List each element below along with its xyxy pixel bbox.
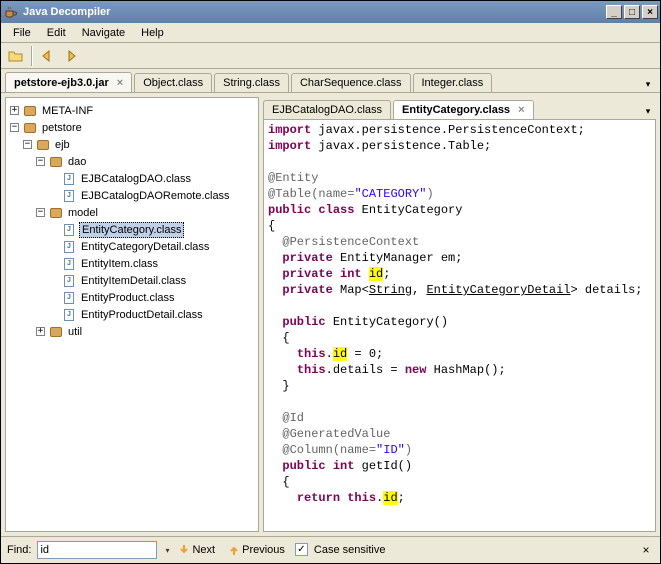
tree-class-node[interactable]: EntityCategoryDetail.class (10, 238, 254, 255)
tree-class-node[interactable]: EntityItemDetail.class (10, 272, 254, 289)
find-label: Find: (7, 544, 31, 556)
forward-button[interactable] (61, 45, 83, 67)
find-close-button[interactable]: × (638, 543, 654, 557)
class-file-icon (62, 224, 76, 236)
tree-class-node[interactable]: EntityProductDetail.class (10, 306, 254, 323)
tree-package-node[interactable]: + META-INF (10, 102, 254, 119)
tree-node-label: EntityProduct.class (79, 291, 177, 305)
tree-node-label: util (66, 325, 84, 339)
tree-node-label: petstore (40, 121, 84, 135)
main-tab-label: Integer.class (422, 77, 484, 89)
tree-package-node[interactable]: − ejb (10, 136, 254, 153)
find-history-icon[interactable] (163, 544, 169, 556)
package-icon (23, 105, 37, 117)
tree-class-node[interactable]: EntityItem.class (10, 255, 254, 272)
editor-tab-entitycategory[interactable]: EntityCategory.class × (393, 100, 533, 119)
find-next-label: Next (192, 544, 215, 556)
class-file-icon (62, 292, 76, 304)
tree-toggle-icon[interactable]: − (36, 208, 45, 217)
menu-file[interactable]: File (5, 25, 39, 41)
tree-class-node[interactable]: EJBCatalogDAO.class (10, 170, 254, 187)
back-button[interactable] (37, 45, 59, 67)
main-tab-integer[interactable]: Integer.class (413, 73, 493, 92)
find-input[interactable] (37, 541, 157, 559)
tree-class-node[interactable]: EJBCatalogDAORemote.class (10, 187, 254, 204)
package-tree[interactable]: +META-INF−petstore−ejb−daoEJBCatalogDAO.… (5, 97, 259, 532)
tree-node-label: EntityCategoryDetail.class (79, 240, 211, 254)
editor-tab-label: EJBCatalogDAO.class (272, 104, 382, 116)
class-file-icon (62, 309, 76, 321)
editor-tab-bar: EJBCatalogDAO.class EntityCategory.class… (263, 97, 656, 119)
class-file-icon (62, 258, 76, 270)
window-title: Java Decompiler (23, 6, 110, 18)
tree-node-label: ejb (53, 138, 72, 152)
tree-toggle-icon[interactable]: + (10, 106, 19, 115)
tree-toggle-icon[interactable]: − (36, 157, 45, 166)
source-editor[interactable]: import javax.persistence.PersistenceCont… (263, 119, 656, 532)
find-prev-button[interactable]: Previous (225, 542, 289, 558)
package-icon (36, 139, 50, 151)
main-tab-label: petstore-ejb3.0.jar (14, 77, 109, 89)
class-file-icon (62, 173, 76, 185)
editor-tab-label: EntityCategory.class (402, 104, 510, 116)
main-tab-charseq[interactable]: CharSequence.class (291, 73, 411, 92)
package-icon (49, 207, 63, 219)
app-icon (3, 4, 19, 20)
editor-tab-overflow-icon[interactable]: ▾ (640, 103, 656, 119)
open-button[interactable] (5, 45, 27, 67)
tree-node-label: model (66, 206, 100, 220)
toolbar (1, 43, 660, 69)
tree-class-node[interactable]: EntityCategory.class (10, 221, 254, 238)
tree-node-label: EntityItemDetail.class (79, 274, 188, 288)
tree-node-label: EJBCatalogDAORemote.class (79, 189, 232, 203)
main-tab-bar: petstore-ejb3.0.jar × Object.class String… (1, 69, 660, 93)
case-sensitive-checkbox[interactable]: ✓ (295, 543, 308, 556)
tree-toggle-icon[interactable]: + (36, 327, 45, 336)
find-prev-label: Previous (242, 544, 285, 556)
tree-node-label: EJBCatalogDAO.class (79, 172, 193, 186)
package-icon (23, 122, 37, 134)
tree-toggle-icon[interactable]: − (23, 140, 32, 149)
find-next-button[interactable]: Next (175, 542, 219, 558)
minimize-button[interactable]: _ (606, 5, 622, 19)
tree-package-node[interactable]: − dao (10, 153, 254, 170)
tree-package-node[interactable]: + util (10, 323, 254, 340)
tree-toggle-icon[interactable]: − (10, 123, 19, 132)
tree-node-label: EntityProductDetail.class (79, 308, 205, 322)
package-icon (49, 326, 63, 338)
package-icon (49, 156, 63, 168)
tree-node-label: EntityCategory.class (79, 222, 184, 238)
main-tab-object[interactable]: Object.class (134, 73, 212, 92)
toolbar-separator (31, 46, 33, 66)
find-bar: Find: Next Previous ✓ Case sensitive × (1, 536, 660, 562)
menu-edit[interactable]: Edit (39, 25, 74, 41)
editor-tab-dao[interactable]: EJBCatalogDAO.class (263, 100, 391, 119)
menu-help[interactable]: Help (133, 25, 172, 41)
menu-navigate[interactable]: Navigate (74, 25, 133, 41)
main-tab-label: Object.class (143, 77, 203, 89)
tree-node-label: META-INF (40, 104, 95, 118)
tab-overflow-icon[interactable]: ▾ (640, 76, 656, 92)
title-bar: Java Decompiler _ □ × (1, 1, 660, 23)
tab-close-icon[interactable]: × (518, 104, 524, 116)
tree-class-node[interactable]: EntityProduct.class (10, 289, 254, 306)
tree-package-node[interactable]: − petstore (10, 119, 254, 136)
tree-node-label: EntityItem.class (79, 257, 160, 271)
menu-bar: File Edit Navigate Help (1, 23, 660, 43)
class-file-icon (62, 275, 76, 287)
class-file-icon (62, 241, 76, 253)
case-sensitive-label: Case sensitive (314, 544, 386, 556)
class-file-icon (62, 190, 76, 202)
main-tab-string[interactable]: String.class (214, 73, 289, 92)
close-button[interactable]: × (642, 5, 658, 19)
maximize-button[interactable]: □ (624, 5, 640, 19)
tree-package-node[interactable]: − model (10, 204, 254, 221)
tab-close-icon[interactable]: × (117, 77, 123, 89)
main-tab-label: String.class (223, 77, 280, 89)
main-tab-jar[interactable]: petstore-ejb3.0.jar × (5, 72, 132, 92)
tree-node-label: dao (66, 155, 88, 169)
main-tab-label: CharSequence.class (300, 77, 402, 89)
